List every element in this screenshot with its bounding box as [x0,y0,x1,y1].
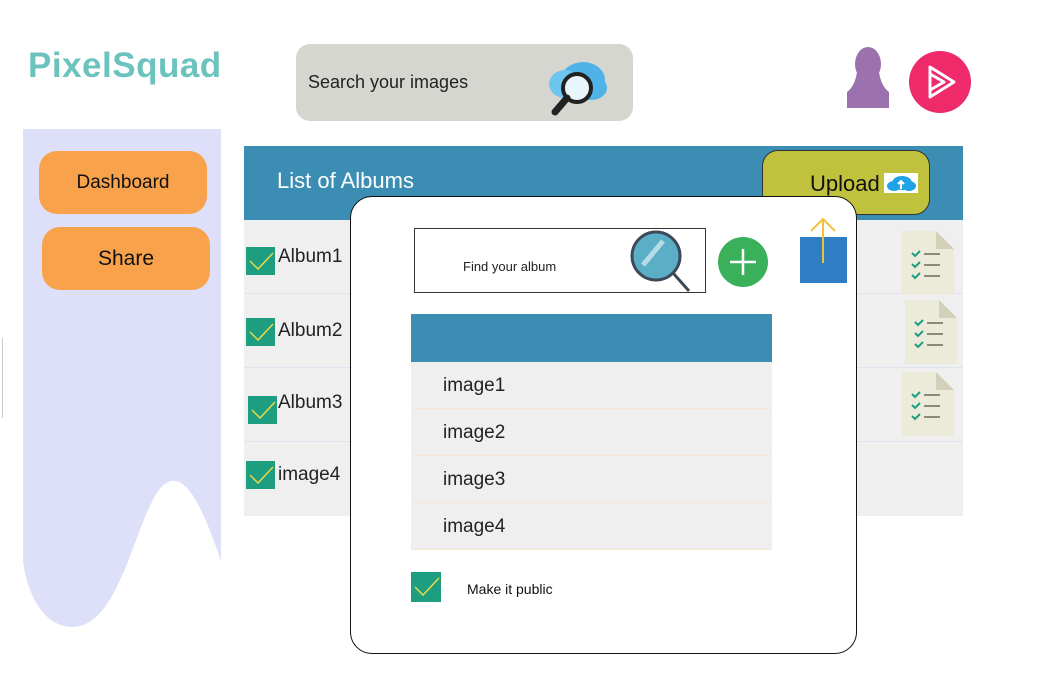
album-label: image4 [278,464,341,485]
make-public-label: Make it public [467,581,553,597]
list-item[interactable]: image4 [411,503,772,550]
upload-label: Upload [810,171,880,196]
checklist-document-icon[interactable] [902,231,954,300]
find-album-input[interactable] [463,259,613,274]
play-icon[interactable] [908,50,972,119]
list-item[interactable]: image2 [411,409,772,456]
app-logo: PixelSquad [28,46,222,85]
list-item[interactable]: image1 [411,362,772,409]
albums-title: List of Albums [277,168,414,193]
checkbox-checked-icon[interactable] [246,247,275,280]
search-input[interactable] [308,72,508,93]
album-modal: image1 image2 image3 image4 Make it publ… [350,196,857,654]
add-button-icon[interactable] [718,237,768,292]
find-album-box[interactable] [414,228,706,293]
checkbox-checked-icon[interactable] [246,318,275,351]
image-list-header [411,314,772,362]
image-list: image1 image2 image3 image4 [411,314,772,550]
checklist-document-icon[interactable] [905,300,957,369]
left-edge-divider [0,338,3,418]
sidebar-item-share[interactable]: Share [42,227,210,290]
export-arrow-icon[interactable] [800,217,848,288]
album-label: Album2 [278,320,343,341]
list-item[interactable]: image3 [411,456,772,503]
make-public-checkbox[interactable] [411,572,441,607]
magnifier-icon[interactable] [623,227,703,300]
checkbox-checked-icon[interactable] [248,396,277,429]
checkbox-checked-icon[interactable] [246,461,275,494]
search-bar[interactable] [296,44,633,121]
cloud-upload-icon [884,173,918,198]
album-label: Album3 [278,392,343,413]
cloud-search-icon[interactable] [541,50,611,123]
user-avatar-icon[interactable] [843,44,893,115]
sidebar-item-dashboard[interactable]: Dashboard [39,151,207,214]
checklist-document-icon[interactable] [902,372,954,441]
sidebar-item-label: Share [97,246,155,270]
sidebar-item-label: Dashboard [76,171,170,193]
album-label: Album1 [278,246,343,267]
